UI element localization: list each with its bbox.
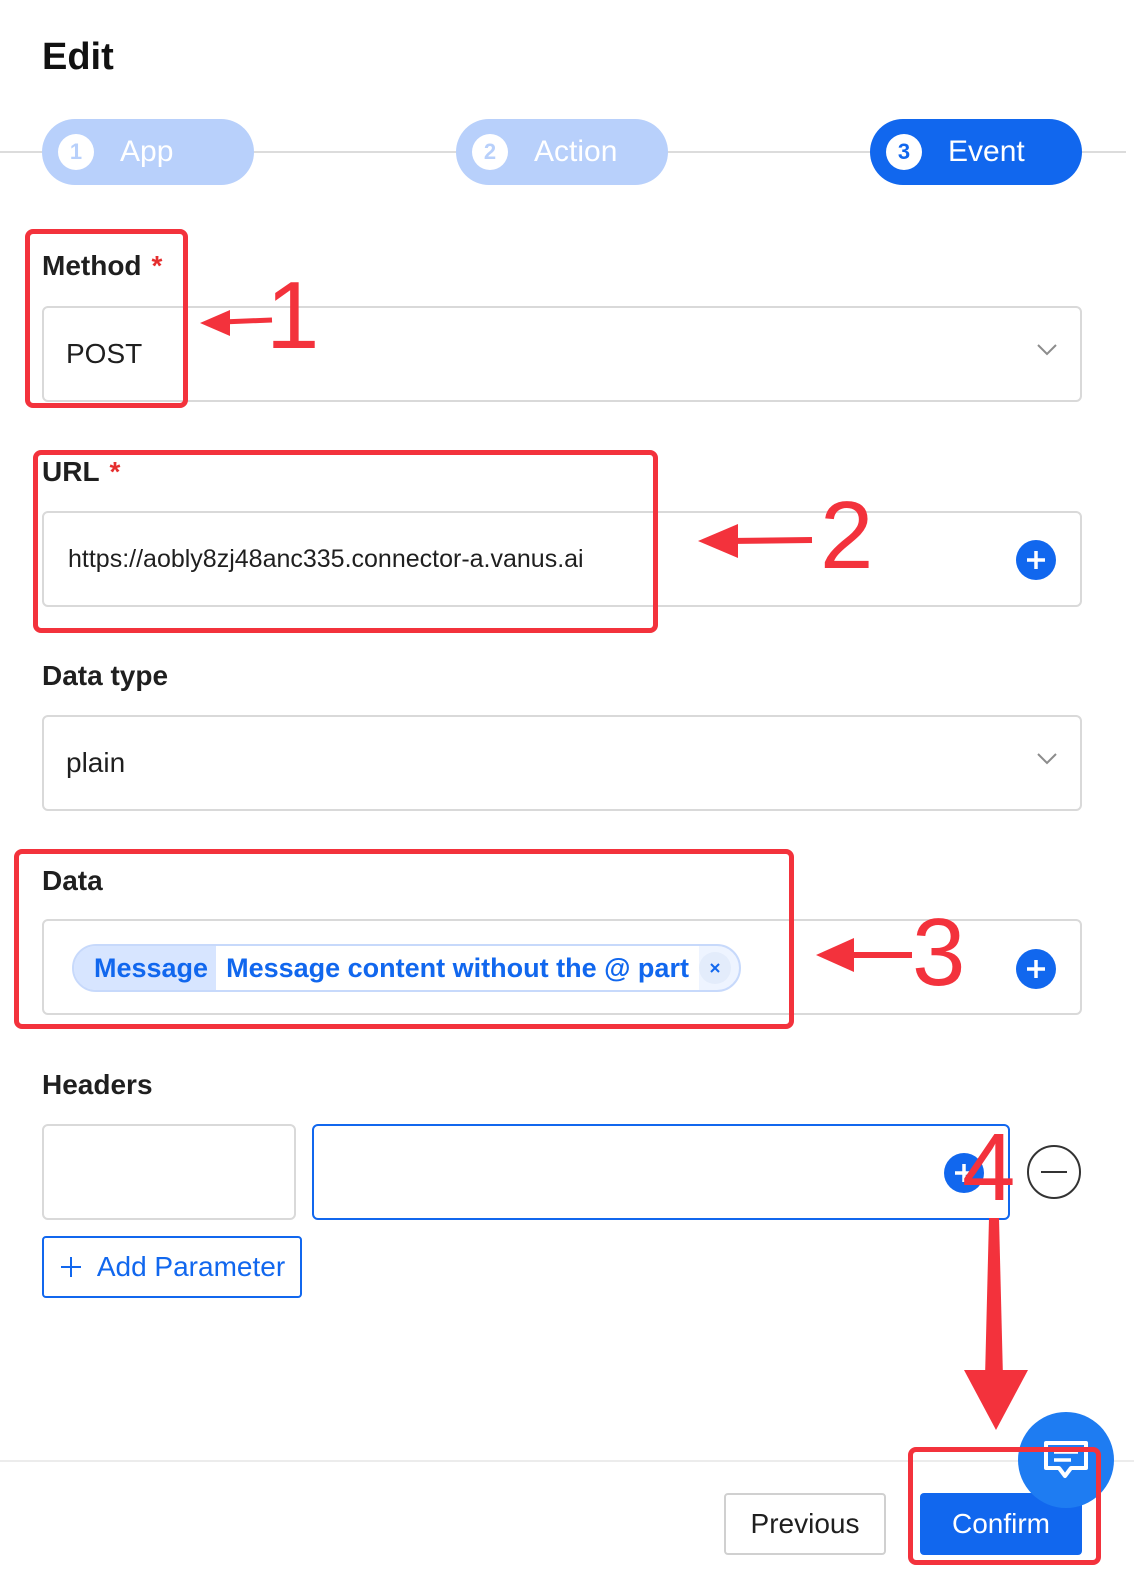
- annotation-number-3: 3: [912, 899, 966, 1006]
- annotation-number-4: 4: [962, 1114, 1016, 1221]
- annotation-number-1: 1: [266, 262, 320, 369]
- annotation-arrow-2: [698, 524, 813, 558]
- annotation-arrow-3: [816, 938, 912, 972]
- annotation-arrow-4: [964, 1218, 1028, 1430]
- annotation-arrows: [200, 310, 1028, 1430]
- annotation-arrow-1: [200, 310, 273, 336]
- annotation-number-2: 2: [820, 482, 874, 589]
